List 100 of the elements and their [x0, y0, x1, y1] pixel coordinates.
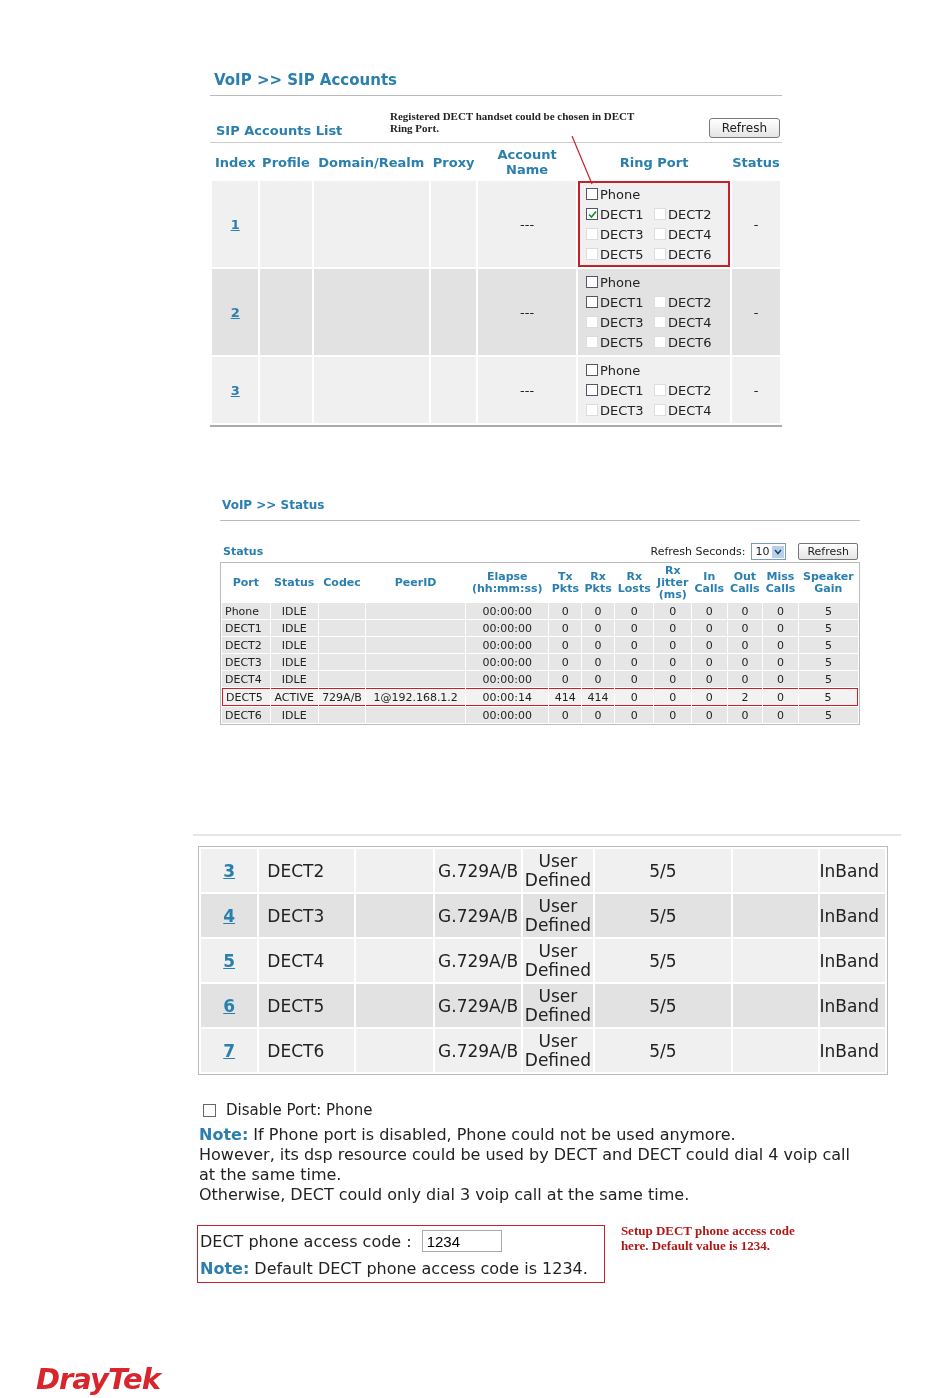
- checkbox-label: DECT6: [668, 246, 712, 262]
- table-cell: 5: [824, 655, 832, 669]
- table-cell: 0: [741, 655, 749, 669]
- tone-cell: User Defined: [524, 1030, 592, 1070]
- table-cell: 0: [630, 690, 638, 704]
- checkbox-label: Phone: [600, 362, 641, 378]
- table-cell: 0: [561, 638, 569, 652]
- codec-cell: G.729A/B: [438, 905, 519, 926]
- note-text: Otherwise, DECT could only dial 3 voip call at the same time.: [199, 1185, 691, 1205]
- table-cell: 0: [741, 621, 749, 635]
- table-cell: 00:00:00: [482, 708, 532, 722]
- table-cell: 0: [594, 708, 602, 722]
- index-link[interactable]: 6: [223, 995, 236, 1016]
- table-cell: 0: [561, 708, 569, 722]
- dtmf-cell: InBand: [819, 905, 879, 926]
- table-cell: 0: [630, 638, 638, 652]
- table-cell: 0: [776, 604, 784, 618]
- table-cell: 5: [824, 708, 832, 722]
- checkbox[interactable]: [586, 208, 599, 220]
- index-link[interactable]: 4: [223, 905, 236, 926]
- table-cell: DECT6: [225, 708, 262, 722]
- codec-cell: G.729A/B: [438, 950, 519, 971]
- tone-cell: User Defined: [524, 895, 592, 935]
- table-cell: 00:00:14: [482, 690, 532, 704]
- table-cell: 5: [824, 672, 832, 686]
- checkbox[interactable]: [586, 296, 599, 308]
- column-header: In Calls: [693, 569, 726, 597]
- table-cell: IDLE: [281, 655, 307, 669]
- table-cell: 5: [824, 638, 832, 652]
- tone-cell: User Defined: [524, 985, 592, 1025]
- table-cell: DECT1: [225, 621, 262, 635]
- note-text: Note: If Phone port is disabled, Phone could not be used anymore.: [199, 1125, 737, 1145]
- column-header: Tx Pkts: [550, 569, 580, 597]
- note-text: Note: Default DECT phone access code is 1234.: [200, 1258, 588, 1280]
- column-header: Rx Losts: [616, 569, 652, 597]
- checkbox[interactable]: [586, 276, 599, 288]
- table-cell: 0: [705, 690, 713, 704]
- checkbox[interactable]: [586, 188, 599, 200]
- dtmf-cell: InBand: [819, 995, 879, 1016]
- checkbox-label: DECT2: [668, 382, 712, 398]
- dtmf-cell: InBand: [819, 860, 879, 881]
- tone-cell: User Defined: [524, 850, 592, 890]
- table-cell: 0: [630, 672, 638, 686]
- codec-cell: G.729A/B: [438, 1040, 519, 1061]
- index-link[interactable]: 5: [223, 950, 236, 971]
- dtmf-cell: InBand: [819, 1040, 879, 1061]
- table-cell: 0: [776, 672, 784, 686]
- callout-text: Registered DECT handset could be chosen in DECT Ring Port.: [390, 110, 635, 134]
- index-link[interactable]: 7: [223, 1040, 236, 1061]
- table-cell: 0: [594, 604, 602, 618]
- checkbox[interactable]: [203, 1103, 216, 1117]
- column-header: Status: [732, 153, 780, 172]
- page-title: VoIP >> Status: [220, 496, 860, 521]
- table-cell: 0: [705, 604, 713, 618]
- column-header: Ring Port: [618, 153, 690, 172]
- index-link[interactable]: 2: [230, 304, 240, 320]
- refresh-button[interactable]: Refresh: [708, 118, 780, 138]
- table-cell: 0: [561, 621, 569, 635]
- checkbox-label: Phone: [600, 274, 641, 290]
- checkbox[interactable]: [586, 364, 599, 376]
- table-cell: 0: [669, 638, 677, 652]
- checkbox[interactable]: [586, 384, 599, 396]
- callout-text: Setup DECT phone access code here. Default value is 1234.: [620, 1223, 796, 1253]
- table-cell: 0: [669, 655, 677, 669]
- column-header: Out Calls: [729, 569, 761, 597]
- field-label: DECT phone access code :: [200, 1231, 412, 1251]
- column-header: Account Name: [496, 146, 558, 179]
- table-cell: 0: [705, 672, 713, 686]
- port-name: DECT5: [267, 995, 325, 1016]
- gain-cell: 5/5: [649, 905, 677, 926]
- checkbox-label: DECT5: [600, 334, 644, 350]
- table-cell: 0: [630, 708, 638, 722]
- table-cell: 00:00:00: [482, 604, 532, 618]
- table-cell: 0: [741, 638, 749, 652]
- status-text: -: [753, 216, 759, 232]
- access-code-field[interactable]: 1234: [421, 1230, 502, 1252]
- checkbox-label: DECT2: [668, 294, 712, 310]
- refresh-button[interactable]: Refresh: [798, 543, 858, 560]
- table-cell: 00:00:00: [482, 638, 532, 652]
- column-header: Profile: [261, 153, 311, 172]
- table-cell: 0: [561, 604, 569, 618]
- account-name: ---: [520, 304, 535, 320]
- refresh-select[interactable]: 10: [751, 543, 787, 560]
- table-cell: 0: [776, 621, 784, 635]
- status-text: -: [753, 304, 759, 320]
- checkbox-label: Disable Port: Phone: [226, 1101, 373, 1119]
- logo: DrayTek: [36, 1362, 160, 1396]
- section-title: Status: [223, 545, 264, 558]
- index-link[interactable]: 1: [230, 216, 240, 232]
- checkbox-label: DECT2: [668, 206, 712, 222]
- table-cell: 2: [741, 690, 749, 704]
- index-link[interactable]: 3: [230, 382, 240, 398]
- table-cell: Phone: [225, 604, 260, 618]
- table-cell: DECT4: [225, 672, 262, 686]
- table-cell: 0: [705, 638, 713, 652]
- port-name: DECT3: [267, 905, 325, 926]
- index-link[interactable]: 3: [223, 860, 236, 881]
- checkbox-label: DECT1: [600, 294, 644, 310]
- table-cell: 729A/B: [322, 690, 362, 704]
- table-cell: 0: [561, 655, 569, 669]
